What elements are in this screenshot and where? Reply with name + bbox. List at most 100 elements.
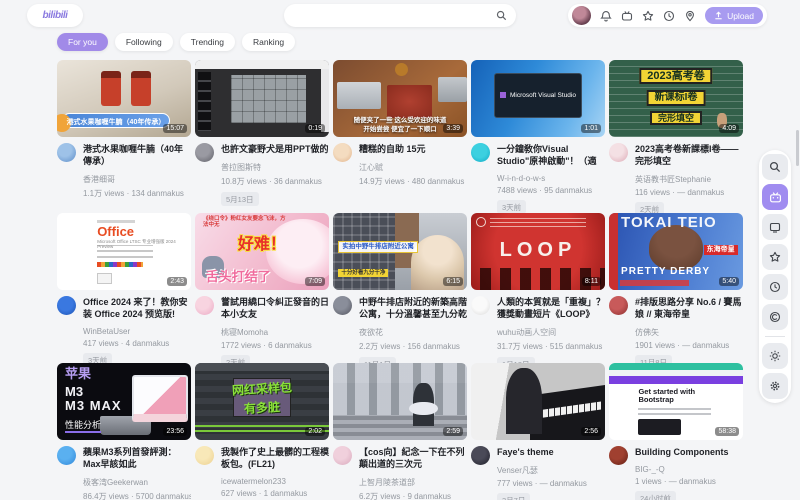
search-icon[interactable] [496, 10, 507, 21]
video-card[interactable]: 2023高考卷新课标I卷完形填空4:09 2023高考卷新課標I卷——完形填空 … [609, 60, 743, 217]
video-title[interactable]: 人類的本質就是「重複」？獲獎動畫短片《LOOP》 [497, 296, 605, 320]
uploader-avatar[interactable] [471, 446, 490, 465]
video-thumbnail[interactable]: 2023高考卷新课标I卷完形填空4:09 [609, 60, 743, 137]
bilibili-logo[interactable]: bilibili [27, 4, 83, 27]
video-title[interactable]: 2023高考卷新課標I卷——完形填空 [635, 143, 743, 167]
uploader-name[interactable]: 江心赋 [359, 162, 467, 173]
video-thumbnail[interactable]: 港式水果咖喱牛腩（40年传承）15:07 [57, 60, 191, 137]
video-thumbnail[interactable]: LOOP8:11 [471, 213, 605, 290]
uploader-avatar[interactable] [609, 143, 628, 162]
uploader-name[interactable]: 英语教书匠Stephanie [635, 174, 743, 185]
uploader-name[interactable]: WinBetaUser [83, 327, 191, 336]
channel-icon[interactable] [762, 304, 788, 330]
video-card[interactable]: LOOP8:11 人類的本質就是「重複」？獲獎動畫短片《LOOP》 wuhu动画… [471, 213, 605, 372]
tab-ranking[interactable]: Ranking [242, 33, 295, 51]
video-title[interactable]: 糟糕的自助 15元 [359, 143, 467, 155]
history-icon[interactable] [762, 274, 788, 300]
uploader-name[interactable]: 普拉图斯特 [221, 162, 329, 173]
uploader-name[interactable]: 上智月陵茶道部 [359, 477, 467, 488]
video-title[interactable]: 一分鐘敎你Visual Studio"原神啟動"！（適用於Blend） [497, 143, 605, 167]
video-thumbnail[interactable]: 苹果M3M3 MAX性能分析23:56 [57, 363, 191, 440]
location-icon[interactable] [684, 10, 696, 22]
video-thumbnail[interactable]: 0:19 [195, 60, 329, 137]
video-title[interactable]: 我製作了史上最髒的工程模板包。(FL21) [221, 446, 329, 470]
video-title[interactable]: Office 2024 来了！教你安装 Office 2024 预览版! [83, 296, 191, 320]
star-icon[interactable] [762, 244, 788, 270]
uploader-avatar[interactable] [57, 296, 76, 315]
video-card[interactable]: 2:56 Faye's theme Venser凡瑟 777 views · —… [471, 363, 605, 500]
star-icon[interactable] [642, 10, 654, 22]
video-card[interactable]: 港式水果咖喱牛腩（40年传承）15:07 港式水果咖喱牛腩（40年傳承） 香港细… [57, 60, 191, 199]
video-thumbnail[interactable]: 实拍中野牛排店附近公寓十分好看九分干净6:15 [333, 213, 467, 290]
video-card[interactable]: 0:19 也許文豪野犬是用PPT做的 普拉图斯特 10.8万 views · 3… [195, 60, 329, 207]
uploader-name[interactable]: icewatermelon233 [221, 477, 329, 486]
video-title[interactable]: 中野牛排店附近的新築高階公寓，十分溫馨甚至九分乾淨 [359, 296, 467, 320]
uploader-avatar[interactable] [609, 296, 628, 315]
tab-for-you[interactable]: For you [57, 33, 108, 51]
video-card[interactable]: 苹果M3M3 MAX性能分析23:56 蘋果M3系列首發評測：Max早該如此 极… [57, 363, 191, 500]
search-bar[interactable] [284, 4, 516, 27]
video-card[interactable]: 《绕口令》粉红女友要念飞沫，方法中无好难！舌头打结了7:09 嘗試用繞口令糾正發… [195, 213, 329, 370]
video-card[interactable]: Get started withBootstrap58:38 Building … [609, 363, 743, 500]
scrollbar-thumb[interactable] [796, 130, 799, 166]
search-input[interactable] [284, 11, 496, 21]
video-thumbnail[interactable]: 随便夹了一些 这么受欢迎的味道开始尝尝 便宜了一下顺口3:39 [333, 60, 467, 137]
uploader-avatar[interactable] [195, 446, 214, 465]
video-thumbnail[interactable]: 网红采样包有多脏2:02 [195, 363, 329, 440]
uploader-avatar[interactable] [471, 296, 490, 315]
video-card[interactable]: OfficeMicrosoft Office LTSC 专业增强版 2024 P… [57, 213, 191, 368]
uploader-avatar[interactable] [195, 296, 214, 315]
history-icon[interactable] [663, 10, 675, 22]
uploader-name[interactable]: BIG-_-Q [635, 465, 743, 474]
video-title[interactable]: 蘋果M3系列首發評測：Max早該如此 [83, 446, 191, 470]
video-thumbnail[interactable]: Get started withBootstrap58:38 [609, 363, 743, 440]
uploader-name[interactable]: 仿佛矢 [635, 327, 743, 338]
video-card[interactable]: 实拍中野牛排店附近公寓十分好看九分干净6:15 中野牛排店附近的新築高階公寓，十… [333, 213, 467, 372]
uploader-avatar[interactable] [57, 446, 76, 465]
user-avatar[interactable] [572, 6, 591, 25]
uploader-name[interactable]: 极客湾Geekerwan [83, 477, 191, 488]
tv-icon[interactable] [762, 214, 788, 240]
tab-following[interactable]: Following [115, 33, 173, 51]
video-title[interactable]: Faye's theme [497, 446, 605, 458]
bili-home-icon[interactable] [762, 184, 788, 210]
uploader-avatar[interactable] [333, 296, 352, 315]
video-title[interactable]: 嘗試用繞口令糾正發音的日本小女友 [221, 296, 329, 320]
video-thumbnail[interactable]: 《绕口令》粉红女友要念飞沫，方法中无好难！舌头打结了7:09 [195, 213, 329, 290]
video-title[interactable]: #排版思路分享 No.6 / 賽馬娘 // 東海帝皇 [635, 296, 743, 320]
uploader-name[interactable]: Venser凡瑟 [497, 465, 605, 476]
video-title[interactable]: 也許文豪野犬是用PPT做的 [221, 143, 329, 155]
uploader-name[interactable]: 桃寝Momoha [221, 327, 329, 338]
video-card[interactable]: TOKAI TEIO东海帝皇PRETTY DERBY5:40 #排版思路分享 N… [609, 213, 743, 370]
uploader-avatar[interactable] [333, 446, 352, 465]
video-title[interactable]: 港式水果咖喱牛腩（40年傳承） [83, 143, 191, 167]
video-title[interactable]: Building Components [635, 446, 743, 458]
video-card[interactable]: Microsoft Visual Studio1:01 一分鐘敎你Visual … [471, 60, 605, 215]
uploader-avatar[interactable] [195, 143, 214, 162]
uploader-name[interactable]: wuhu动画人空间 [497, 327, 605, 338]
search-icon[interactable] [762, 154, 788, 180]
video-thumbnail[interactable]: OfficeMicrosoft Office LTSC 专业增强版 2024 P… [57, 213, 191, 290]
video-thumbnail[interactable]: TOKAI TEIO东海帝皇PRETTY DERBY5:40 [609, 213, 743, 290]
uploader-avatar[interactable] [471, 143, 490, 162]
video-card[interactable]: 2:59 【cos向】紀念一下在不列顛出道的三次元 上智月陵茶道部 6.2万 v… [333, 363, 467, 500]
uploader-name[interactable]: 夜欲花 [359, 327, 467, 338]
uploader-avatar[interactable] [609, 446, 628, 465]
uploader-name[interactable]: 香港细哥 [83, 174, 191, 185]
video-thumbnail[interactable]: 2:59 [333, 363, 467, 440]
video-title[interactable]: 【cos向】紀念一下在不列顛出道的三次元 [359, 446, 467, 470]
video-meta: 嘗試用繞口令糾正發音的日本小女友 桃寝Momoha 1772 views · 6… [221, 296, 329, 370]
uploader-avatar[interactable] [57, 143, 76, 162]
uploader-avatar[interactable] [333, 143, 352, 162]
video-card[interactable]: 网红采样包有多脏2:02 我製作了史上最髒的工程模板包。(FL21) icewa… [195, 363, 329, 500]
tab-trending[interactable]: Trending [180, 33, 235, 51]
gear-icon[interactable] [762, 373, 788, 399]
uploader-name[interactable]: W-i-n-d-o-w-s [497, 174, 605, 183]
bell-icon[interactable] [600, 10, 612, 22]
sun-icon[interactable] [762, 343, 788, 369]
feed-icon[interactable] [621, 10, 633, 22]
video-card[interactable]: 随便夹了一些 这么受欢迎的味道开始尝尝 便宜了一下顺口3:39 糟糕的自助 15… [333, 60, 467, 187]
video-thumbnail[interactable]: 2:56 [471, 363, 605, 440]
upload-button[interactable]: Upload [705, 7, 763, 24]
video-thumbnail[interactable]: Microsoft Visual Studio1:01 [471, 60, 605, 137]
